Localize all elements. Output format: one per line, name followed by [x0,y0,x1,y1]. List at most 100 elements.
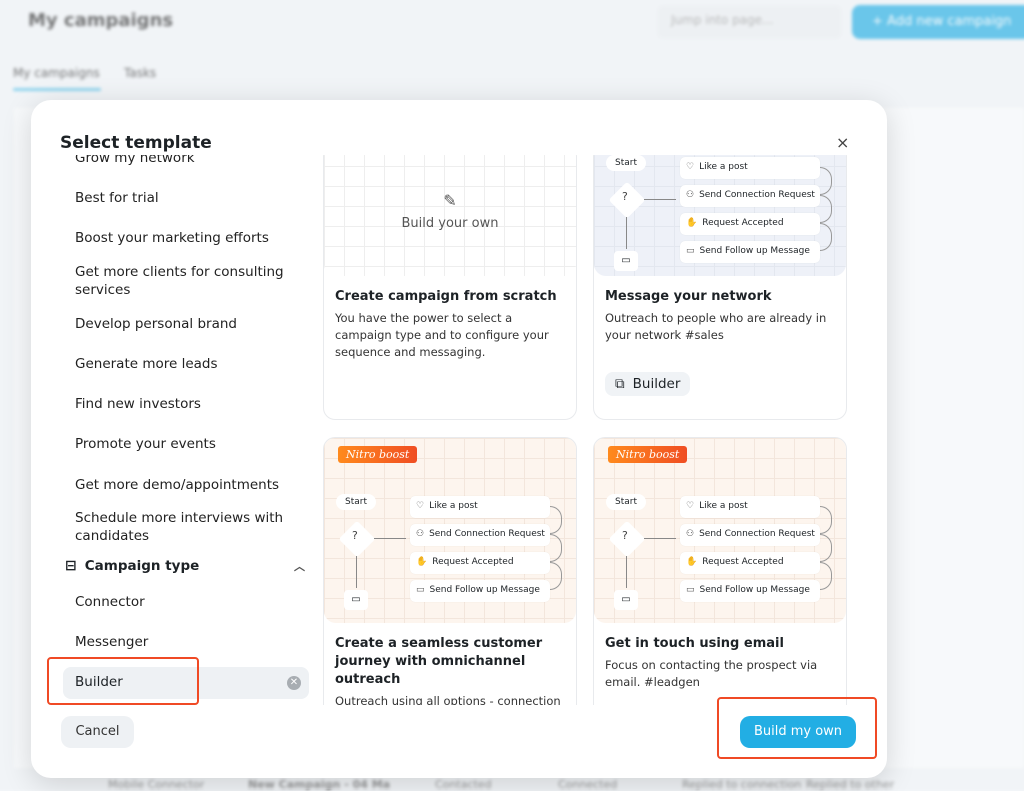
filter-goal[interactable]: Grow my network [75,155,295,167]
message-icon: ▭ [614,251,638,271]
card-description: You have the power to select a campaign … [335,311,549,359]
filter-goal[interactable]: Generate more leads [75,355,295,373]
close-icon[interactable]: × [836,133,849,152]
step-icon: ✋ [686,557,698,567]
nitro-boost-badge: Nitro boost [338,446,418,463]
nitro-boost-badge: Nitro boost [608,446,688,463]
card-title: Message your network [605,289,772,304]
step-icon: ⚇ [416,529,425,539]
condition-label: ? [622,190,628,203]
step-arrow [820,562,832,590]
step-node: ▭ Send Follow up Message [680,580,820,602]
filter-goal[interactable]: Boost your marketing efforts [75,229,295,247]
step-icon: ♡ [686,162,695,172]
filter-goal[interactable]: Schedule more interviews with candidates [75,509,295,545]
chip-label: Builder [632,376,681,392]
step-label: Like a post [429,501,478,511]
filter-goal[interactable]: Best for trial [75,189,295,207]
message-icon: ▭ [344,590,368,610]
card-title: Create campaign from scratch [335,289,557,304]
builder-icon: ⧉ [615,376,625,392]
step-icon: ⚇ [686,529,695,539]
step-icon: ♡ [686,501,695,511]
build-your-own-label: Build your own [401,216,499,231]
builder-chip: ⧉ Builder [605,372,691,396]
step-icon: ✋ [416,557,428,567]
step-label: Send Follow up Message [699,246,810,256]
select-template-modal: Select template × Grow my network Best fo… [31,100,887,778]
filter-goal[interactable]: Get more demo/appointments [75,476,295,494]
filter-builder-selected[interactable]: Builder ✕ [63,667,309,699]
template-card-email[interactable]: Nitro boost Start? ▭ ♡ Like a post ⚇ Send Conn… [593,437,847,705]
template-card-scratch[interactable]: ✎ Build your own Create campaign from scr… [323,155,577,420]
step-label: Like a post [699,162,748,172]
filter-goal[interactable]: Get more clients for consulting services [75,263,295,299]
step-node: ▭ Send Follow up Message [410,580,550,602]
flow-diagram: Start? ▭ ♡ Like a post ⚇ Send Connection Requ… [594,155,846,283]
filter-messenger[interactable]: Messenger [75,633,295,651]
card-description: Focus on contacting the prospect via ema… [605,658,818,689]
step-icon: ⚇ [686,190,695,200]
step-icon: ✋ [686,218,698,228]
step-node: ♡ Like a post [680,157,820,179]
step-label: Request Accepted [702,218,784,228]
template-card-message-network[interactable]: Start? ▭ ♡ Like a post ⚇ Send Connection Requ… [593,155,847,420]
step-label: Send Follow up Message [429,585,540,595]
step-label: Send Follow up Message [699,585,810,595]
template-card-omnichannel[interactable]: Nitro boost Start? ▭ ♡ Like a post ⚇ Send Conn… [323,437,577,705]
template-grid[interactable]: ✎ Build your own Create campaign from scr… [323,155,853,705]
connector-line [626,217,627,249]
step-node: ✋ Request Accepted [680,552,820,574]
condition-label: ? [352,529,358,542]
modal-title: Select template [60,133,212,153]
step-node: ✋ Request Accepted [410,552,550,574]
campaign-type-icon: ⊟ [65,558,77,574]
step-label: Send Connection Request [699,529,815,539]
card-description: Outreach using all options - connection … [335,694,561,705]
step-node: ♡ Like a post [410,496,550,518]
start-node: Start [336,494,376,510]
condition-label: ? [622,529,628,542]
step-node: ♡ Like a post [680,496,820,518]
connector-line [644,199,676,200]
step-icon: ♡ [416,501,425,511]
step-node: ▭ Send Follow up Message [680,241,820,263]
step-arrow [820,167,832,195]
step-icon: ▭ [416,585,425,595]
filter-goal[interactable]: Develop personal brand [75,315,295,333]
campaign-type-header[interactable]: ⊟ Campaign type ︿ [65,558,305,574]
filter-goal[interactable]: Find new investors [75,395,295,413]
step-icon: ▭ [686,246,695,256]
start-node: Start [606,155,646,171]
filter-builder-label: Builder [75,674,123,690]
connector-line [626,556,627,588]
flow-diagram: Start? ▭ ♡ Like a post ⚇ Send Connection Requ… [324,492,576,622]
step-label: Like a post [699,501,748,511]
step-arrow [820,195,832,223]
step-arrow [550,534,562,562]
clear-filter-icon[interactable]: ✕ [287,676,301,690]
step-arrow [820,506,832,534]
step-label: Request Accepted [702,557,784,567]
cancel-button[interactable]: Cancel [61,716,134,748]
step-label: Send Connection Request [429,529,545,539]
step-label: Send Connection Request [699,190,815,200]
step-node: ⚇ Send Connection Request [410,524,550,546]
filter-connector[interactable]: Connector [75,593,295,611]
filter-goal[interactable]: Promote your events [75,435,295,453]
connector-line [356,556,357,588]
connector-line [374,538,406,539]
start-node: Start [606,494,646,510]
chevron-up-icon[interactable]: ︿ [294,558,305,574]
step-icon: ▭ [686,585,695,595]
card-title: Get in touch using email [605,636,784,651]
step-node: ⚇ Send Connection Request [680,524,820,546]
filter-list[interactable]: Grow my network Best for trial Boost your … [60,155,312,705]
campaign-type-label: Campaign type [84,558,200,574]
pencil-icon: ✎ [443,191,457,210]
step-arrow [820,223,832,251]
card-title: Create a seamless customer journey with … [335,636,543,687]
step-node: ⚇ Send Connection Request [680,185,820,207]
build-my-own-button[interactable]: Build my own [740,716,856,748]
card-description: Outreach to people who are already in yo… [605,311,827,342]
